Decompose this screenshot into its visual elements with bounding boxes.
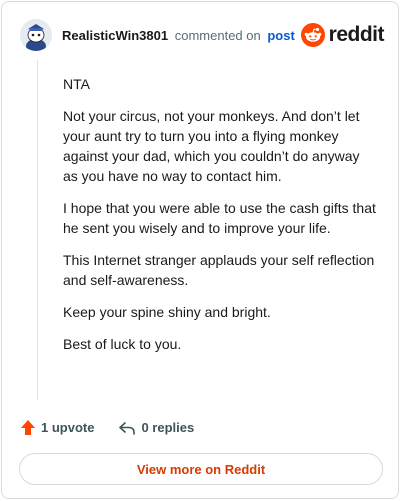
- comment-paragraph: Keep your spine shiny and bright.: [63, 304, 271, 320]
- view-more-button[interactable]: View more on Reddit: [19, 453, 383, 485]
- comment-paragraph: This Internet stranger applauds your sel…: [63, 252, 375, 288]
- upvote-count: 1 upvote: [41, 420, 95, 435]
- comment-card: RealisticWin3801 commented on post reddi…: [1, 1, 399, 499]
- reddit-logo-icon: [300, 23, 325, 47]
- avatar[interactable]: [20, 19, 52, 51]
- post-link[interactable]: post: [267, 28, 294, 43]
- replies-button[interactable]: 0 replies: [118, 420, 194, 436]
- reddit-wordmark: reddit: [328, 23, 385, 46]
- avatar-snoo-icon: [20, 19, 52, 51]
- reply-arrow-icon: [119, 421, 136, 435]
- comment-body: NTA Not your circus, not your monkeys. A…: [63, 74, 377, 366]
- comment-paragraph: I hope that you were able to use the cas…: [63, 200, 376, 236]
- comment-paragraph: Not your circus, not your monkeys. And d…: [63, 108, 360, 184]
- username-link[interactable]: RealisticWin3801: [62, 28, 168, 43]
- thread-line: [37, 60, 38, 400]
- upvote-button[interactable]: 1 upvote: [20, 419, 94, 436]
- upvote-arrow-icon: [21, 420, 35, 435]
- byline: RealisticWin3801 commented on post: [62, 28, 295, 43]
- comment-paragraph: Best of luck to you.: [63, 336, 182, 352]
- replies-count: 0 replies: [141, 420, 195, 435]
- comment-paragraph: NTA: [63, 76, 90, 92]
- comment-header: RealisticWin3801 commented on post reddi…: [20, 18, 385, 52]
- reddit-brand[interactable]: reddit: [300, 23, 385, 47]
- action-text: commented on: [174, 27, 261, 43]
- comment-footer: 1 upvote 0 replies: [20, 419, 194, 436]
